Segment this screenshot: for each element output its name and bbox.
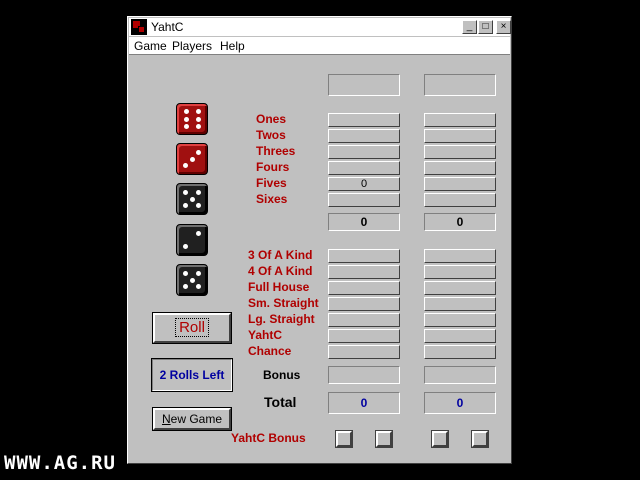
category-label: Full House (248, 280, 310, 294)
new-game-button[interactable]: New Game (152, 407, 232, 431)
maximize-button[interactable]: □ (478, 20, 493, 34)
category-label: Threes (256, 144, 296, 158)
category-label: YahtC (248, 328, 283, 342)
player1-upper-subtotal: 0 (328, 213, 400, 231)
new-game-mnemonic: N (161, 412, 171, 426)
yahtc-bonus-label: YahtC Bonus (231, 431, 306, 445)
player2-total: 0 (424, 392, 496, 414)
die-5[interactable] (176, 264, 208, 296)
player2-score-cell[interactable] (424, 345, 496, 359)
category-label: Chance (248, 344, 292, 358)
category-label: Fours (256, 160, 290, 174)
player1-yahtc-bonus-check-1[interactable] (335, 430, 353, 448)
total-label: Total (264, 394, 297, 410)
roll-button-label: Roll (175, 318, 209, 337)
new-game-label: ew Game (170, 412, 223, 426)
bonus-label: Bonus (263, 368, 301, 382)
player2-score-cell[interactable] (424, 177, 496, 191)
category-label: 4 Of A Kind (248, 264, 313, 278)
die-pip (196, 230, 202, 236)
player1-score-cell[interactable] (328, 313, 400, 327)
player1-score-cell[interactable] (328, 329, 400, 343)
die-pip (182, 189, 188, 195)
player2-name-cell (424, 74, 496, 96)
die-4[interactable] (176, 224, 208, 256)
die-pip (196, 284, 202, 290)
player2-score-cell[interactable] (424, 281, 496, 295)
player2-score-cell[interactable] (424, 249, 496, 263)
die-pip (182, 270, 188, 276)
player2-upper-subtotal: 0 (424, 213, 496, 231)
die-3[interactable] (176, 183, 208, 215)
die-pip (189, 196, 195, 202)
player1-score-cell[interactable] (328, 281, 400, 295)
player1-score-cell[interactable] (328, 129, 400, 143)
player2-score-cell[interactable] (424, 193, 496, 207)
die-pip (195, 116, 201, 122)
player1-score-cell[interactable] (328, 161, 400, 175)
player1-score-cell[interactable]: 0 (328, 177, 400, 191)
close-button[interactable]: × (496, 20, 511, 34)
menu-bar: Game Players Help (129, 37, 510, 55)
player2-yahtc-bonus-check-1[interactable] (431, 430, 449, 448)
player2-score-cell[interactable] (424, 161, 496, 175)
player1-score-cell[interactable] (328, 249, 400, 263)
player1-yahtc-bonus-check-2[interactable] (375, 430, 393, 448)
category-label: Ones (256, 112, 287, 126)
player1-score-cell[interactable] (328, 345, 400, 359)
player1-name-cell (328, 74, 400, 96)
player1-score-cell[interactable] (328, 113, 400, 127)
player2-score-cell[interactable] (424, 145, 496, 159)
player1-score-cell[interactable] (328, 145, 400, 159)
game-board: Ones Twos Threes Fours Fives 0 Sixes 0 0 3 Of … (129, 56, 510, 462)
menu-players[interactable]: Players (172, 39, 212, 53)
die-pip (189, 277, 195, 283)
die-pip (196, 203, 202, 209)
player2-score-cell[interactable] (424, 329, 496, 343)
die-pip (183, 108, 189, 114)
window-title: YahtC (151, 20, 184, 34)
player2-score-cell[interactable] (424, 113, 496, 127)
category-label: Sixes (256, 192, 288, 206)
player1-total: 0 (328, 392, 400, 414)
die-pip (195, 108, 201, 114)
die-pip (182, 203, 188, 209)
die-pip (196, 270, 202, 276)
die-pip (196, 149, 202, 155)
die-2[interactable] (176, 143, 208, 175)
minimize-button[interactable]: _ (462, 20, 477, 34)
yahtc-window: YahtC _ □ × Game Players Help Ones Twos Th… (127, 16, 512, 464)
player2-score-cell[interactable] (424, 265, 496, 279)
player2-score-cell[interactable] (424, 297, 496, 311)
category-label: 3 Of A Kind (248, 248, 313, 262)
player1-score-cell[interactable] (328, 193, 400, 207)
player2-bonus (424, 366, 496, 384)
watermark-text: WWW.AG.RU (4, 452, 116, 474)
die-pip (196, 189, 202, 195)
player1-bonus (328, 366, 400, 384)
category-label: Twos (256, 128, 286, 142)
category-label: Sm. Straight (248, 296, 319, 310)
die-1[interactable] (176, 103, 208, 135)
category-label: Fives (256, 176, 287, 190)
player2-score-cell[interactable] (424, 129, 496, 143)
player2-score-cell[interactable] (424, 313, 496, 327)
player2-yahtc-bonus-check-2[interactable] (471, 430, 489, 448)
die-pip (183, 124, 189, 130)
die-pip (182, 163, 188, 169)
player1-score-cell[interactable] (328, 297, 400, 311)
dice-app-icon[interactable] (131, 19, 147, 35)
die-pip (183, 116, 189, 122)
roll-button[interactable]: Roll (152, 312, 232, 344)
menu-help[interactable]: Help (220, 39, 245, 53)
die-pip (189, 156, 195, 162)
die-pip (182, 244, 188, 250)
category-label: Lg. Straight (248, 312, 315, 326)
player1-score-cell[interactable] (328, 265, 400, 279)
menu-game[interactable]: Game (134, 39, 167, 53)
title-bar[interactable]: YahtC _ □ × (129, 18, 511, 36)
die-pip (195, 124, 201, 130)
rolls-left-display: 2 Rolls Left (151, 358, 233, 392)
die-pip (182, 284, 188, 290)
